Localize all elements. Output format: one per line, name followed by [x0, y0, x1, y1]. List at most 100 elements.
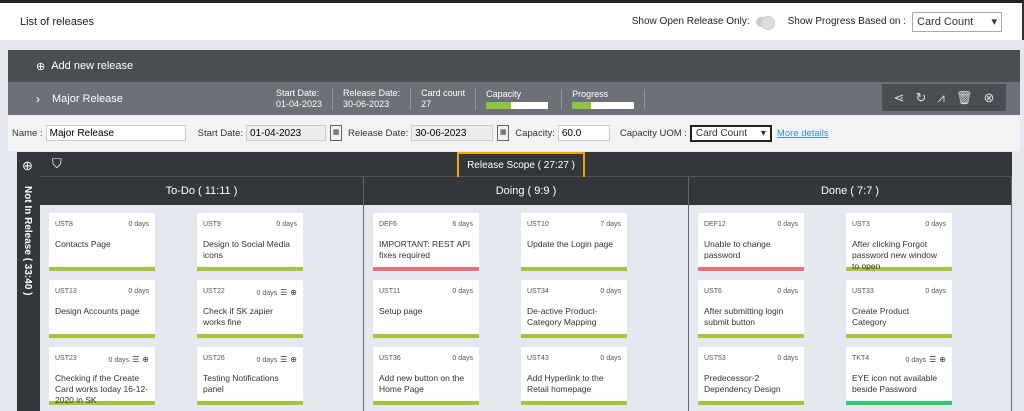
card[interactable]: UST22 0 days ☰ ⊕ Check if SK zapier works … — [197, 280, 303, 338]
card[interactable]: UST3 0 days After clicking Forgot passwo… — [846, 213, 952, 271]
card-days: 0 days — [108, 357, 130, 364]
add-icon[interactable]: ⊕ — [142, 355, 149, 364]
card-title: De-active Product-Category Mapping — [527, 306, 598, 327]
not-in-release-label: Not In Release ( 33:40 ) — [22, 186, 33, 296]
card-title: Setup page — [379, 306, 423, 316]
add-new-release-button[interactable]: ⊕ Add new release — [8, 50, 1020, 82]
card[interactable]: UST11 0 days Setup page — [373, 280, 479, 338]
card-days: 0 days — [600, 355, 621, 362]
capacity-input[interactable] — [557, 125, 610, 141]
card-title: Unable to change password — [704, 239, 771, 260]
subtask-icon[interactable]: ☰ — [929, 355, 936, 364]
release-form: Name : Start Date: ▦ Release Date: ▦ Cap… — [8, 115, 1020, 151]
chevron-right-icon[interactable]: › — [36, 92, 40, 106]
uom-label: Capacity UOM : — [619, 127, 687, 139]
card-days: 0 days — [600, 288, 621, 295]
card-title: Design Accounts page — [55, 306, 140, 316]
not-in-release-panel[interactable]: ⊕ Not In Release ( 33:40 ) — [17, 152, 40, 411]
uom-value: Card Count — [695, 127, 748, 139]
card-id: UST26 — [203, 355, 225, 362]
card-days-wrap: 0 days — [128, 221, 149, 228]
card[interactable]: UST53 0 days Predecessor-2 Dependency De… — [698, 347, 804, 405]
capacity-bar-fill — [486, 101, 511, 109]
card-days-wrap: 0 days ☰ ⊕ — [906, 355, 947, 364]
release-row[interactable]: › Major Release Start Date: 01-04-2023 Re… — [8, 82, 1020, 115]
progress-meta: Progress — [562, 88, 646, 109]
card[interactable]: UST10 7 days Update the Login page — [521, 213, 627, 271]
card-title: Add Hyperlink to the Retail homepage — [527, 373, 604, 394]
chart-icon[interactable]: ⩘ — [938, 90, 945, 106]
card-days: 0 days — [452, 288, 473, 295]
card[interactable]: UST33 0 days Create Product Category — [846, 280, 952, 338]
card-title: Add new button on the Home Page — [379, 373, 465, 394]
plus-circle-icon: ⊕ — [36, 60, 46, 73]
filter-icon[interactable]: ⛉ — [52, 156, 62, 172]
card[interactable]: UST43 0 days Add Hyperlink to the Retail… — [521, 347, 627, 405]
subtask-icon[interactable]: ☰ — [280, 355, 287, 364]
progress-bar-fill — [572, 101, 591, 109]
add-icon[interactable]: ⊕ — [939, 355, 946, 364]
progress-basis-select[interactable]: Card Count ▾ — [912, 11, 1002, 32]
refresh-icon[interactable]: ↻ — [916, 90, 927, 106]
card[interactable]: UST8 0 days Contacts Page — [49, 213, 155, 271]
card[interactable]: UST36 0 days Add new button on the Home … — [373, 347, 479, 405]
card[interactable]: TKT4 0 days ☰ ⊕ EYE icon not available bes… — [846, 347, 952, 405]
card-id: TKT4 — [852, 355, 870, 362]
open-release-toggle[interactable] — [755, 15, 775, 30]
column-header-0: To-Do ( 11:11 ) — [40, 177, 364, 205]
card[interactable]: DEF12 0 days Unable to change password — [698, 213, 804, 271]
card-days-wrap: 0 days ☰ ⊕ — [109, 355, 150, 364]
card-count-label: Card count — [421, 87, 466, 98]
card-title: Checking if the Create Card works today … — [55, 373, 149, 405]
card-days-wrap: 0 days — [452, 288, 473, 295]
release-date-input[interactable] — [411, 125, 494, 141]
close-icon[interactable]: ⊗ — [984, 90, 995, 106]
top-bar: List of releases Show Open Release Only:… — [0, 0, 1024, 40]
card-days-wrap: 0 days ☰ ⊕ — [257, 355, 298, 364]
start-date-input[interactable] — [246, 125, 327, 141]
card[interactable]: UST26 0 days ☰ ⊕ Testing Notifications pan… — [197, 347, 303, 405]
card-days: 0 days — [777, 221, 798, 228]
subtask-icon[interactable]: ☰ — [280, 288, 287, 297]
card[interactable]: UST13 0 days Design Accounts page — [49, 280, 155, 338]
card-id: UST36 — [379, 355, 401, 362]
card[interactable]: UST34 0 days De-active Product-Category … — [521, 280, 627, 338]
card-id: UST53 — [704, 355, 726, 362]
card[interactable]: UST6 0 days After submitting login submi… — [698, 280, 804, 338]
card[interactable]: DEF6 6 days IMPORTANT: REST API fixes re… — [373, 213, 479, 271]
card-days: 0 days — [128, 221, 149, 228]
add-icon[interactable]: ⊕ — [290, 288, 297, 297]
release-date-meta: Release Date: 30-06-2023 — [333, 87, 412, 110]
column-title: Done ( 7:7 ) — [820, 185, 880, 197]
more-details-link[interactable]: More details — [777, 128, 829, 139]
card-title: Create Product Category — [852, 306, 910, 327]
card-days-wrap: 7 days — [600, 221, 621, 228]
card[interactable]: UST9 0 days Design to Social Media icons — [197, 213, 303, 271]
card[interactable]: UST23 0 days ☰ ⊕ Checking if the Create Ca… — [49, 347, 155, 405]
calendar-icon[interactable]: ▦ — [497, 125, 510, 141]
capacity-label: Capacity: — [515, 127, 555, 139]
delete-icon[interactable]: 🗑 — [956, 90, 973, 106]
release-name: Major Release — [52, 92, 123, 105]
add-icon[interactable]: ⊕ — [290, 355, 297, 364]
card-days-wrap: 6 days — [452, 221, 473, 228]
card-days: 0 days — [128, 288, 149, 295]
progress-basis-value: Card Count — [917, 15, 974, 28]
share-icon[interactable]: ⋖ — [894, 90, 905, 106]
card-id: UST23 — [55, 355, 77, 362]
card-id: UST3 — [852, 221, 870, 228]
name-input[interactable] — [45, 125, 186, 141]
progress-basis-label: Show Progress Based on : — [787, 16, 906, 27]
release-date-label: Release Date: — [343, 87, 401, 98]
add-card-icon[interactable]: ⊕ — [22, 158, 33, 174]
card-days-wrap: 0 days — [925, 288, 946, 295]
calendar-icon[interactable]: ▦ — [330, 125, 343, 141]
card-count-value: 27 — [421, 98, 432, 109]
card-id: UST6 — [704, 288, 722, 295]
card-title: Predecessor-2 Dependency Design — [704, 373, 781, 394]
subtask-icon[interactable]: ☰ — [132, 355, 139, 364]
release-board: ⊕ Not In Release ( 33:40 ) ⛉ Release Sco… — [17, 152, 1012, 411]
card-days-wrap: 0 days — [600, 288, 621, 295]
uom-select[interactable]: Card Count ▾ — [689, 124, 772, 142]
card-id: DEF12 — [704, 221, 726, 228]
